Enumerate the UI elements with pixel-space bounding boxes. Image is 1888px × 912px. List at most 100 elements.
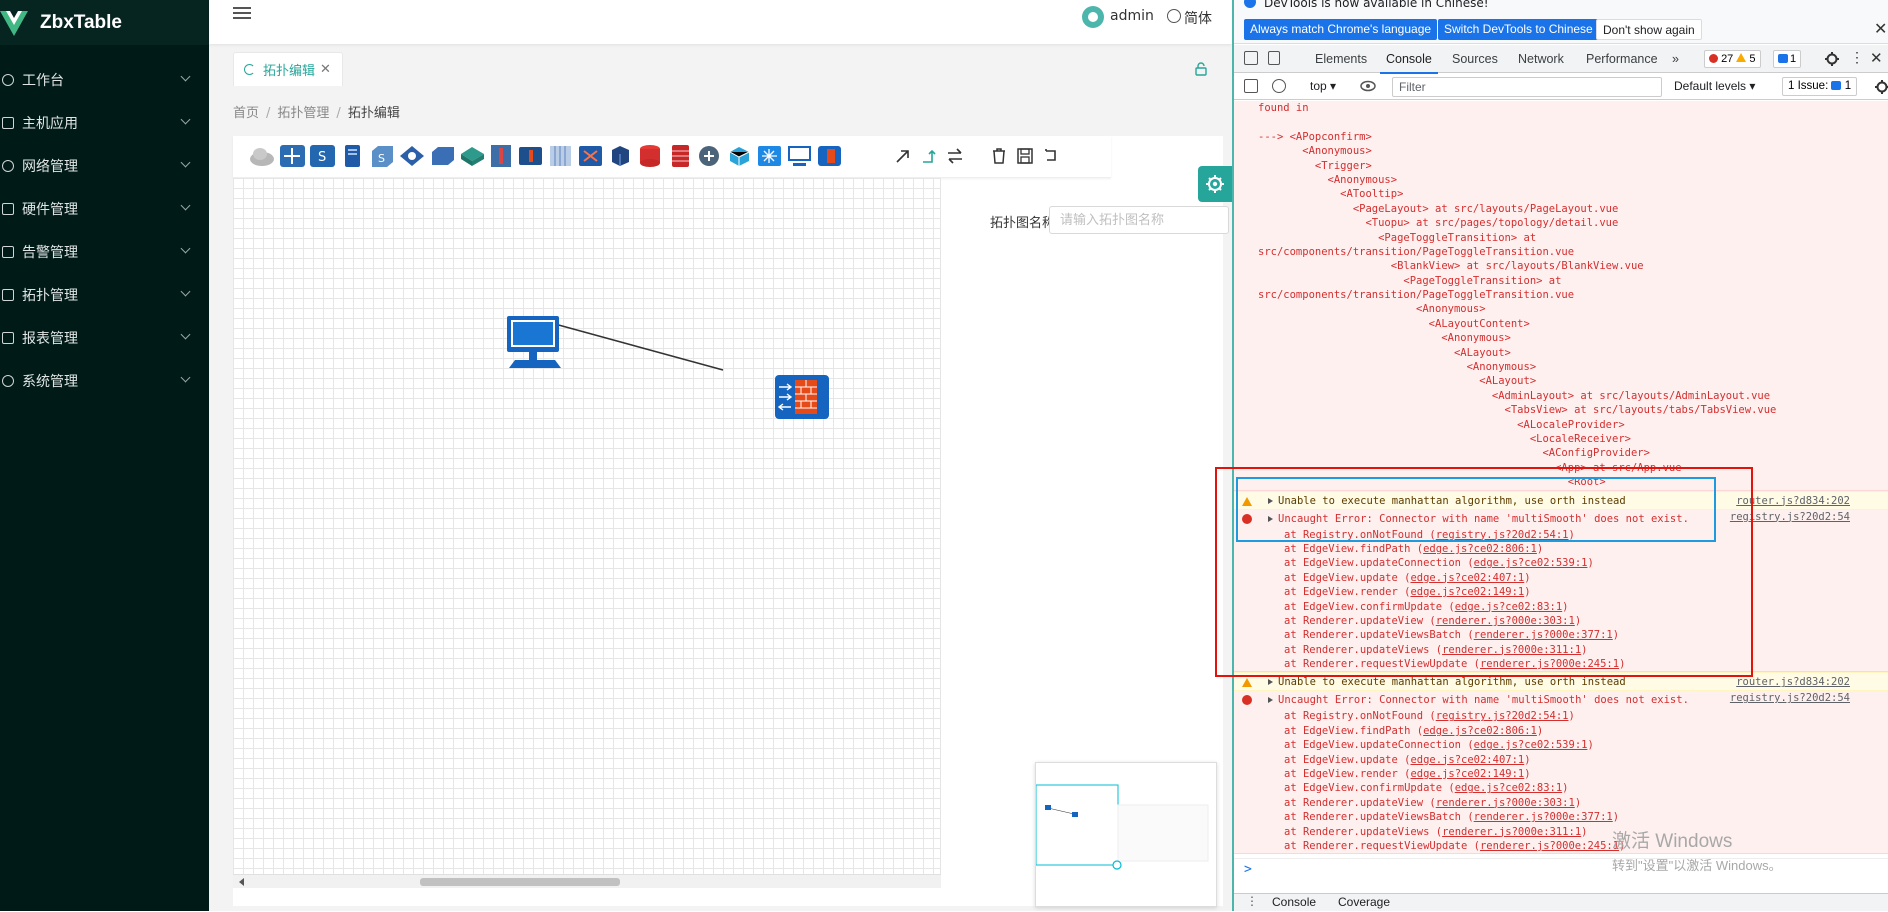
- console-error[interactable]: Uncaught Error: Connector with name 'mul…: [1234, 691, 1888, 855]
- source-link[interactable]: router.js?d834:202: [1736, 492, 1850, 511]
- language-switch[interactable]: 简体: [1184, 8, 1212, 28]
- breadcrumb-topology[interactable]: 拓扑管理: [277, 106, 329, 121]
- arrow-line-icon[interactable]: [893, 146, 913, 166]
- storage-icon[interactable]: [429, 144, 456, 168]
- tab-sources[interactable]: Sources: [1452, 52, 1498, 66]
- topology-canvas[interactable]: [233, 178, 941, 882]
- device-toggle-icon[interactable]: [1268, 51, 1280, 65]
- tab-network[interactable]: Network: [1518, 52, 1564, 66]
- router-icon[interactable]: [399, 144, 426, 168]
- l3-switch-icon[interactable]: [459, 144, 486, 168]
- gear-icon[interactable]: [1824, 51, 1840, 67]
- sidebar-item-reports[interactable]: 报表管理: [0, 316, 209, 359]
- blade-server-icon[interactable]: [547, 144, 574, 168]
- minimap[interactable]: [1035, 762, 1217, 907]
- stack-location-link[interactable]: registry.js?20d2:54:1: [1436, 710, 1569, 722]
- sidebar-item-hosts[interactable]: 主机应用: [0, 101, 209, 144]
- close-icon[interactable]: ✕: [1874, 19, 1887, 38]
- source-link[interactable]: router.js?d834:202: [1736, 673, 1850, 692]
- delete-icon[interactable]: [989, 146, 1009, 166]
- firewall-icon[interactable]: [816, 144, 843, 168]
- stack-location-link[interactable]: renderer.js?000e:377:1: [1474, 811, 1613, 823]
- error-warning-badge[interactable]: 27 5: [1704, 50, 1761, 68]
- kebab-menu-icon[interactable]: ⋮: [1246, 894, 1258, 908]
- cloud-icon[interactable]: [248, 144, 275, 168]
- stack-location-link[interactable]: renderer.js?000e:303:1: [1436, 797, 1575, 809]
- rack-icon[interactable]: [488, 144, 515, 168]
- context-select[interactable]: top ▾: [1310, 79, 1336, 93]
- console-filter-input[interactable]: [1392, 77, 1662, 97]
- stack-location-link[interactable]: edge.js?ce02:806:1: [1423, 725, 1537, 737]
- stacked-cube-icon[interactable]: [726, 144, 753, 168]
- topology-name-input[interactable]: [1049, 206, 1229, 234]
- stack-location-link[interactable]: edge.js?ce02:149:1: [1410, 768, 1524, 780]
- stack-location-link[interactable]: edge.js?ce02:539:1: [1474, 739, 1588, 751]
- expand-icon[interactable]: [1268, 697, 1273, 704]
- inspect-element-icon[interactable]: [1244, 51, 1258, 65]
- wireless-ap-icon[interactable]: [756, 144, 783, 168]
- console-prompt[interactable]: >: [1234, 858, 1888, 880]
- match-language-button[interactable]: Always match Chrome's language: [1244, 19, 1438, 40]
- scroll-thumb[interactable]: [420, 878, 620, 886]
- issues-badge[interactable]: 1 Issue: 1: [1782, 77, 1858, 96]
- sidebar-toggle-icon[interactable]: [1244, 79, 1258, 93]
- expand-icon[interactable]: [1268, 679, 1273, 686]
- trace-line: <LocaleReceiver>: [1258, 432, 1631, 445]
- gear-icon[interactable]: [1874, 79, 1888, 95]
- stack-location-link[interactable]: edge.js?ce02:83:1: [1455, 782, 1562, 794]
- tab-topology-edit[interactable]: 拓扑编辑 ✕: [233, 52, 343, 86]
- tab-elements[interactable]: Elements: [1315, 52, 1367, 66]
- disk-array-icon[interactable]: [667, 144, 694, 168]
- breadcrumb-home[interactable]: 首页: [233, 106, 259, 121]
- sidebar-item-topology[interactable]: 拓扑管理: [0, 273, 209, 316]
- stack-location-link[interactable]: edge.js?ce02:407:1: [1410, 754, 1524, 766]
- avatar[interactable]: [1082, 6, 1104, 28]
- core-switch-icon[interactable]: [279, 144, 306, 168]
- swap-arrows-icon[interactable]: [945, 146, 965, 166]
- tab-performance[interactable]: Performance: [1586, 52, 1658, 66]
- canvas-scrollbar[interactable]: [233, 874, 941, 888]
- unlock-icon[interactable]: [1194, 62, 1208, 76]
- settings-button[interactable]: [1198, 166, 1232, 202]
- clear-console-icon[interactable]: [1272, 79, 1286, 93]
- more-tabs-icon[interactable]: »: [1672, 52, 1679, 66]
- log-levels-select[interactable]: Default levels ▾: [1674, 79, 1755, 93]
- router-round-icon[interactable]: [696, 144, 723, 168]
- info-icon: [1244, 0, 1256, 8]
- stack-location-link[interactable]: renderer.js?000e:311:1: [1442, 826, 1581, 838]
- source-link[interactable]: registry.js?20d2:54: [1730, 691, 1850, 705]
- scroll-left-icon[interactable]: [239, 878, 244, 886]
- sidebar-item-dashboard[interactable]: 工作台: [0, 58, 209, 101]
- drawer-tab-console[interactable]: Console: [1272, 895, 1316, 909]
- drawer-tab-coverage[interactable]: Coverage: [1338, 895, 1390, 909]
- switch-box-icon[interactable]: S: [369, 144, 396, 168]
- server-tower-icon[interactable]: [339, 144, 366, 168]
- eye-icon[interactable]: [1360, 80, 1376, 92]
- firewall-small-icon[interactable]: [517, 144, 544, 168]
- pc-monitor-icon[interactable]: [786, 144, 813, 168]
- sidebar-item-alarms[interactable]: 告警管理: [0, 230, 209, 273]
- close-devtools-icon[interactable]: ✕: [1870, 49, 1883, 67]
- cube-server-icon[interactable]: [607, 144, 634, 168]
- user-name[interactable]: admin: [1110, 8, 1154, 24]
- messages-badge[interactable]: 1: [1773, 50, 1802, 68]
- switch-s-icon[interactable]: S: [309, 144, 336, 168]
- kebab-menu-icon[interactable]: ⋮: [1850, 49, 1864, 66]
- save-icon[interactable]: [1015, 146, 1035, 166]
- brand[interactable]: ZbxTable: [0, 0, 209, 45]
- globe-icon[interactable]: [1167, 9, 1181, 23]
- sidebar-item-network[interactable]: 网络管理: [0, 144, 209, 187]
- close-icon[interactable]: ✕: [320, 62, 331, 77]
- tab-console[interactable]: Console: [1380, 52, 1438, 74]
- dont-show-again-button[interactable]: Don't show again: [1596, 19, 1702, 40]
- stack-location-link[interactable]: renderer.js?000e:245:1: [1480, 840, 1619, 852]
- switch-chinese-button[interactable]: Switch DevTools to Chinese: [1438, 19, 1599, 40]
- database-icon[interactable]: [637, 144, 664, 168]
- menu-fold-icon[interactable]: [233, 7, 251, 23]
- sidebar-item-hardware[interactable]: 硬件管理: [0, 187, 209, 230]
- refresh-icon[interactable]: [244, 64, 255, 75]
- orth-line-icon[interactable]: [919, 146, 939, 166]
- undo-icon[interactable]: [1041, 146, 1061, 166]
- sidebar-item-system[interactable]: 系统管理: [0, 359, 209, 402]
- ids-icon[interactable]: [577, 144, 604, 168]
